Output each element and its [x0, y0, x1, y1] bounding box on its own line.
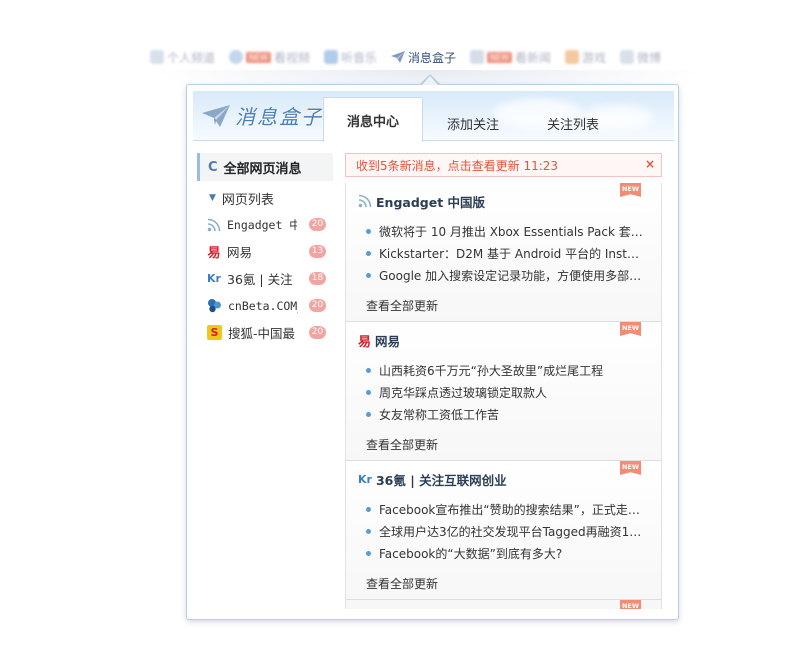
sidebar-item-netease[interactable]: 易 网易 13: [197, 238, 333, 265]
toolbar-item-video[interactable]: NEW 看视频: [229, 49, 310, 66]
feed-title[interactable]: Engadget 中国版: [358, 192, 661, 210]
new-tag: NEW: [620, 600, 641, 609]
music-icon: [323, 50, 338, 64]
tab-message-center[interactable]: 消息中心: [323, 97, 423, 142]
weibo-icon: [620, 50, 634, 64]
count-badge: 20: [309, 218, 326, 231]
video-icon: [229, 50, 244, 64]
bullet-icon: [366, 389, 371, 395]
count-badge: 20: [309, 326, 326, 339]
sidebar-all-messages[interactable]: C 全部网页消息: [197, 153, 333, 181]
article-item[interactable]: 周克华踩点透过玻璃锁定取款人: [358, 381, 661, 403]
article-item[interactable]: 女友常称工资低工作苦: [358, 403, 661, 425]
logo-text: 消息盒子: [235, 105, 323, 129]
paper-plane-icon: [202, 104, 230, 127]
sidebar-page-list-toggle[interactable]: ▼ 网页列表: [197, 185, 333, 211]
toolbar-item-message-box[interactable]: 消息盒子: [391, 49, 456, 66]
new-badge: NEW: [246, 51, 271, 63]
kr36-icon: Kr: [207, 272, 221, 285]
bullet-icon: [366, 411, 371, 417]
popup-header: 消息盒子 消息中心 添加关注 关注列表: [193, 91, 674, 142]
rss-icon: [358, 194, 372, 208]
article-item[interactable]: Google 加入搜索设定记录功能，方便使用多部电脑: [358, 264, 661, 286]
sidebar-item-36kr[interactable]: Kr 36氪 | 关注 18: [197, 265, 333, 292]
netease-icon: 易: [358, 334, 372, 350]
netease-icon: 易: [207, 246, 221, 261]
count-badge: 18: [309, 272, 326, 285]
message-box-popup: 消息盒子 消息中心 添加关注 关注列表 C 全部网页消息 ▼ 网页列表 Enga: [186, 84, 679, 620]
toolbar-item-weibo[interactable]: 微博: [620, 49, 661, 66]
view-all-link[interactable]: 查看全部更新: [366, 575, 438, 592]
news-icon: [470, 50, 485, 64]
popup-caret-inner: [422, 76, 438, 85]
toolbar-item-personal[interactable]: 个人频道: [150, 49, 215, 66]
feed-card-36kr: NEW Kr 36氪 | 关注互联网创业 Facebook宣布推出“赞助的搜索结…: [346, 461, 661, 600]
bullet-icon: [366, 550, 371, 556]
game-icon: [564, 50, 579, 64]
sohu-icon: S: [207, 325, 222, 340]
feed-card-netease: NEW 易 网易 山西耗资6千万元“孙大圣故里”成烂尾工程 周克华踩点透过玻璃锁…: [346, 322, 661, 461]
count-badge: 20: [309, 299, 326, 312]
article-list: 山西耗资6千万元“孙大圣故里”成烂尾工程 周克华踩点透过玻璃锁定取款人 女友常称…: [358, 359, 661, 425]
sidebar-item-sohu[interactable]: S 搜狐-中国最 20: [197, 319, 333, 346]
sidebar-item-engadget[interactable]: Engadget 中 20: [197, 211, 333, 238]
toolbar-item-news[interactable]: NEW 看新闻: [470, 49, 551, 66]
bullet-icon: [366, 272, 371, 278]
feed-card-engadget: NEW Engadget 中国版 微软将于 10 月推出 Xbox Essent…: [346, 183, 661, 322]
tab-add-follow[interactable]: 添加关注: [423, 101, 523, 145]
article-item[interactable]: 全球用户达3亿的社交发现平台Tagged再融资1500万: [358, 520, 661, 542]
article-list: 微软将于 10 月推出 Xbox Essentials Pack 套装， Kic…: [358, 220, 661, 286]
kr36-icon: Kr: [358, 472, 372, 486]
article-list: Facebook宣布推出“赞助的搜索结果”，正式走上竞价 全球用户达3亿的社交发…: [358, 498, 661, 564]
sidebar: C 全部网页消息 ▼ 网页列表 Engadget 中 20 易 网易 13 Kr…: [197, 153, 333, 346]
new-badge: NEW: [487, 51, 512, 63]
article-item[interactable]: 微软将于 10 月推出 Xbox Essentials Pack 套装，: [358, 220, 661, 242]
feed-title[interactable]: Kr 36氪 | 关注互联网创业: [358, 470, 661, 488]
bullet-icon: [366, 367, 371, 373]
bullet-icon: [366, 506, 371, 512]
paper-plane-icon: [391, 51, 405, 63]
toolbar-item-game[interactable]: 游戏: [564, 49, 606, 66]
bullet-icon: [366, 528, 371, 534]
chevron-down-icon: ▼: [209, 193, 216, 203]
close-icon[interactable]: ×: [645, 157, 655, 171]
feed-list: NEW Engadget 中国版 微软将于 10 月推出 Xbox Essent…: [345, 183, 662, 609]
user-icon: [150, 50, 164, 64]
cnbeta-icon: [208, 299, 221, 313]
feed-title[interactable]: 易 网易: [358, 331, 661, 350]
article-item[interactable]: 山西耗资6千万元“孙大圣故里”成烂尾工程: [358, 359, 661, 381]
bullet-icon: [366, 250, 371, 256]
toolbar-item-music[interactable]: 听音乐: [323, 49, 377, 66]
sidebar-item-cnbeta[interactable]: cnBeta.COM_ 20: [197, 292, 333, 319]
new-message-notice[interactable]: 收到5条新消息，点击查看更新 11:23 ×: [345, 153, 662, 177]
tab-follow-list[interactable]: 关注列表: [523, 101, 623, 145]
view-all-link[interactable]: 查看全部更新: [366, 297, 438, 314]
logo: 消息盒子: [201, 101, 323, 130]
article-item[interactable]: Facebook的“大数据”到底有多大?: [358, 542, 661, 564]
bullet-icon: [366, 228, 371, 234]
feed-card-partial: NEW: [346, 600, 661, 609]
count-badge: 13: [309, 245, 326, 258]
refresh-icon: C: [208, 159, 218, 175]
article-item[interactable]: Kickstarter：D2M 基于 Android 平台的 Instagram: [358, 242, 661, 264]
rss-icon: [207, 218, 221, 231]
article-item[interactable]: Facebook宣布推出“赞助的搜索结果”，正式走上竞价: [358, 498, 661, 520]
top-toolbar: 个人频道 NEW 看视频 听音乐 消息盒子 NEW 看新闻 游戏 微博: [150, 44, 661, 70]
view-all-link[interactable]: 查看全部更新: [366, 436, 438, 453]
